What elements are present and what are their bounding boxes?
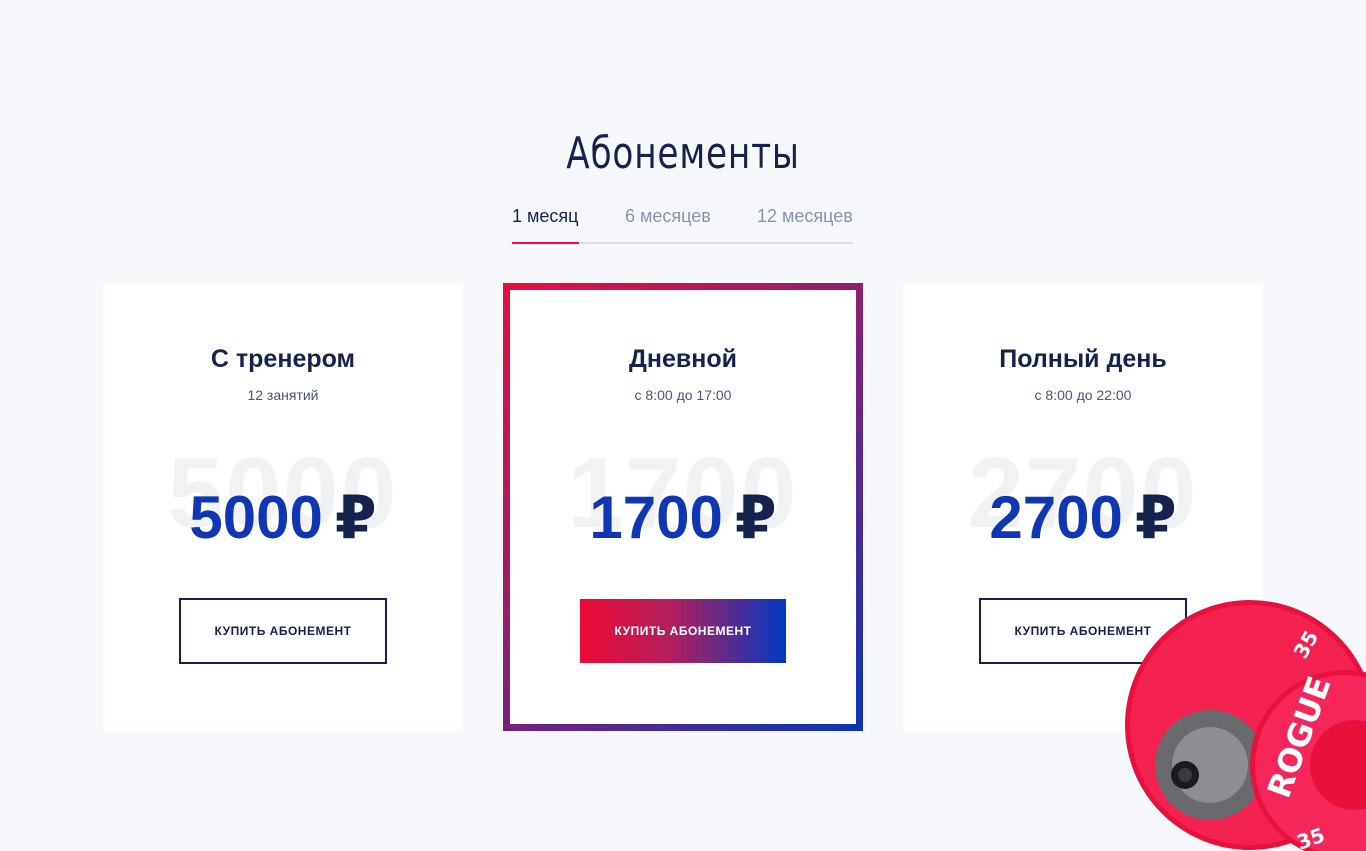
plan-name: Полный день bbox=[999, 345, 1167, 373]
currency-symbol: ₽ bbox=[334, 484, 377, 551]
plan-card-day: Дневной с 8:00 до 17:00 1700 1700 ₽ КУПИТ… bbox=[503, 283, 863, 731]
weight-plates-image: 35 ROGUE 35 bbox=[1120, 585, 1366, 851]
buy-subscription-button[interactable]: КУПИТЬ АБОНЕМЕНТ bbox=[179, 598, 387, 664]
plan-price: 5000 ₽ bbox=[103, 488, 463, 548]
tab-1-month[interactable]: 1 месяц bbox=[512, 206, 578, 227]
plan-card-trainer: С тренером 12 занятий 5000 5000 ₽ КУПИТЬ … bbox=[103, 283, 463, 731]
buy-subscription-button[interactable]: КУПИТЬ АБОНЕМЕНТ bbox=[580, 599, 786, 663]
plan-price: 2700 ₽ bbox=[903, 488, 1263, 548]
tab-12-months[interactable]: 12 месяцев bbox=[757, 206, 853, 227]
plan-subtitle: с 8:00 до 22:00 bbox=[1034, 387, 1132, 403]
plan-name: Дневной bbox=[629, 345, 737, 373]
currency-symbol: ₽ bbox=[1134, 484, 1177, 551]
tab-6-months[interactable]: 6 месяцев bbox=[625, 206, 711, 227]
plan-subtitle: 12 занятий bbox=[247, 387, 319, 403]
plan-name: С тренером bbox=[210, 345, 356, 373]
price-value: 2700 bbox=[989, 484, 1123, 551]
plan-subtitle: с 8:00 до 17:00 bbox=[634, 387, 732, 403]
section-title: Абонементы bbox=[566, 128, 800, 179]
active-tab-indicator bbox=[512, 242, 579, 244]
price-value: 1700 bbox=[589, 484, 723, 551]
currency-symbol: ₽ bbox=[734, 484, 777, 551]
plan-price: 1700 ₽ bbox=[510, 488, 856, 548]
price-value: 5000 bbox=[189, 484, 323, 551]
period-tabs: 1 месяц 6 месяцев 12 месяцев bbox=[512, 206, 853, 244]
